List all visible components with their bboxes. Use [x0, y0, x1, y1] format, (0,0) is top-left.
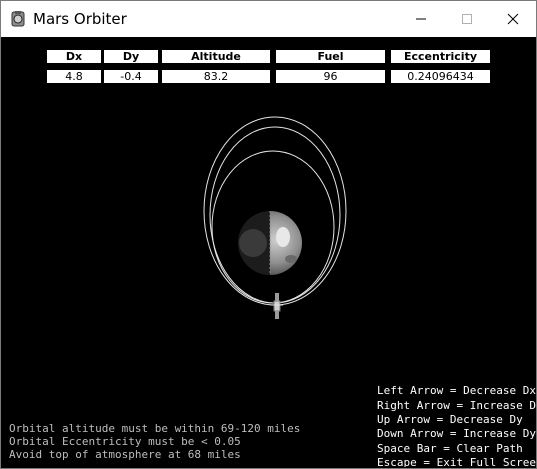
control-right-arrow: Right Arrow = Increase Dx [377, 399, 537, 412]
title-bar[interactable]: Mars Orbiter [1, 1, 536, 37]
message-eccentricity-rule: Orbital Eccentricity must be < 0.05 [9, 435, 241, 448]
hud-value-altitude: 83.2 [162, 70, 270, 83]
hud-value-dx: 4.8 [47, 70, 101, 83]
hud-header-dy: Dy [104, 50, 158, 63]
app-window: Mars Orbiter Dx Dy Altitude Fuel Eccentr… [0, 0, 537, 469]
control-down-arrow: Down Arrow = Increase Dy [377, 427, 536, 440]
orbit-paths [203, 116, 347, 306]
hud-value-eccentricity: 0.24096434 [391, 70, 490, 83]
control-space-bar: Space Bar = Clear Path [377, 442, 523, 455]
mars-planet [238, 211, 302, 275]
message-atmosphere-warning: Avoid top of atmosphere at 68 miles [9, 448, 241, 461]
control-escape: Escape = Exit Full Screen [377, 456, 537, 467]
minimize-icon [416, 18, 426, 20]
hud-header-dx: Dx [47, 50, 101, 63]
control-left-arrow: Left Arrow = Decrease Dx [377, 384, 536, 397]
message-altitude-rule: Orbital altitude must be within 69-120 m… [9, 422, 301, 435]
hud-header-fuel: Fuel [276, 50, 385, 63]
satellite-icon [271, 293, 283, 319]
hud-header-altitude: Altitude [162, 50, 270, 63]
hud-value-dy: -0.4 [104, 70, 158, 83]
mars-orbiter-app-icon [9, 10, 27, 28]
hud-value-fuel: 96 [276, 70, 385, 83]
control-up-arrow: Up Arrow = Decrease Dy [377, 413, 523, 426]
window-title: Mars Orbiter [33, 10, 127, 28]
minimize-button[interactable] [398, 1, 444, 37]
maximize-icon [462, 14, 472, 24]
maximize-button[interactable] [444, 1, 490, 37]
close-button[interactable] [490, 1, 536, 37]
hud-header-eccentricity: Eccentricity [391, 50, 490, 63]
game-canvas[interactable]: Dx Dy Altitude Fuel Eccentricity 4.8 -0.… [1, 37, 536, 468]
orbit-path-outer [203, 116, 347, 306]
close-icon [507, 13, 519, 25]
